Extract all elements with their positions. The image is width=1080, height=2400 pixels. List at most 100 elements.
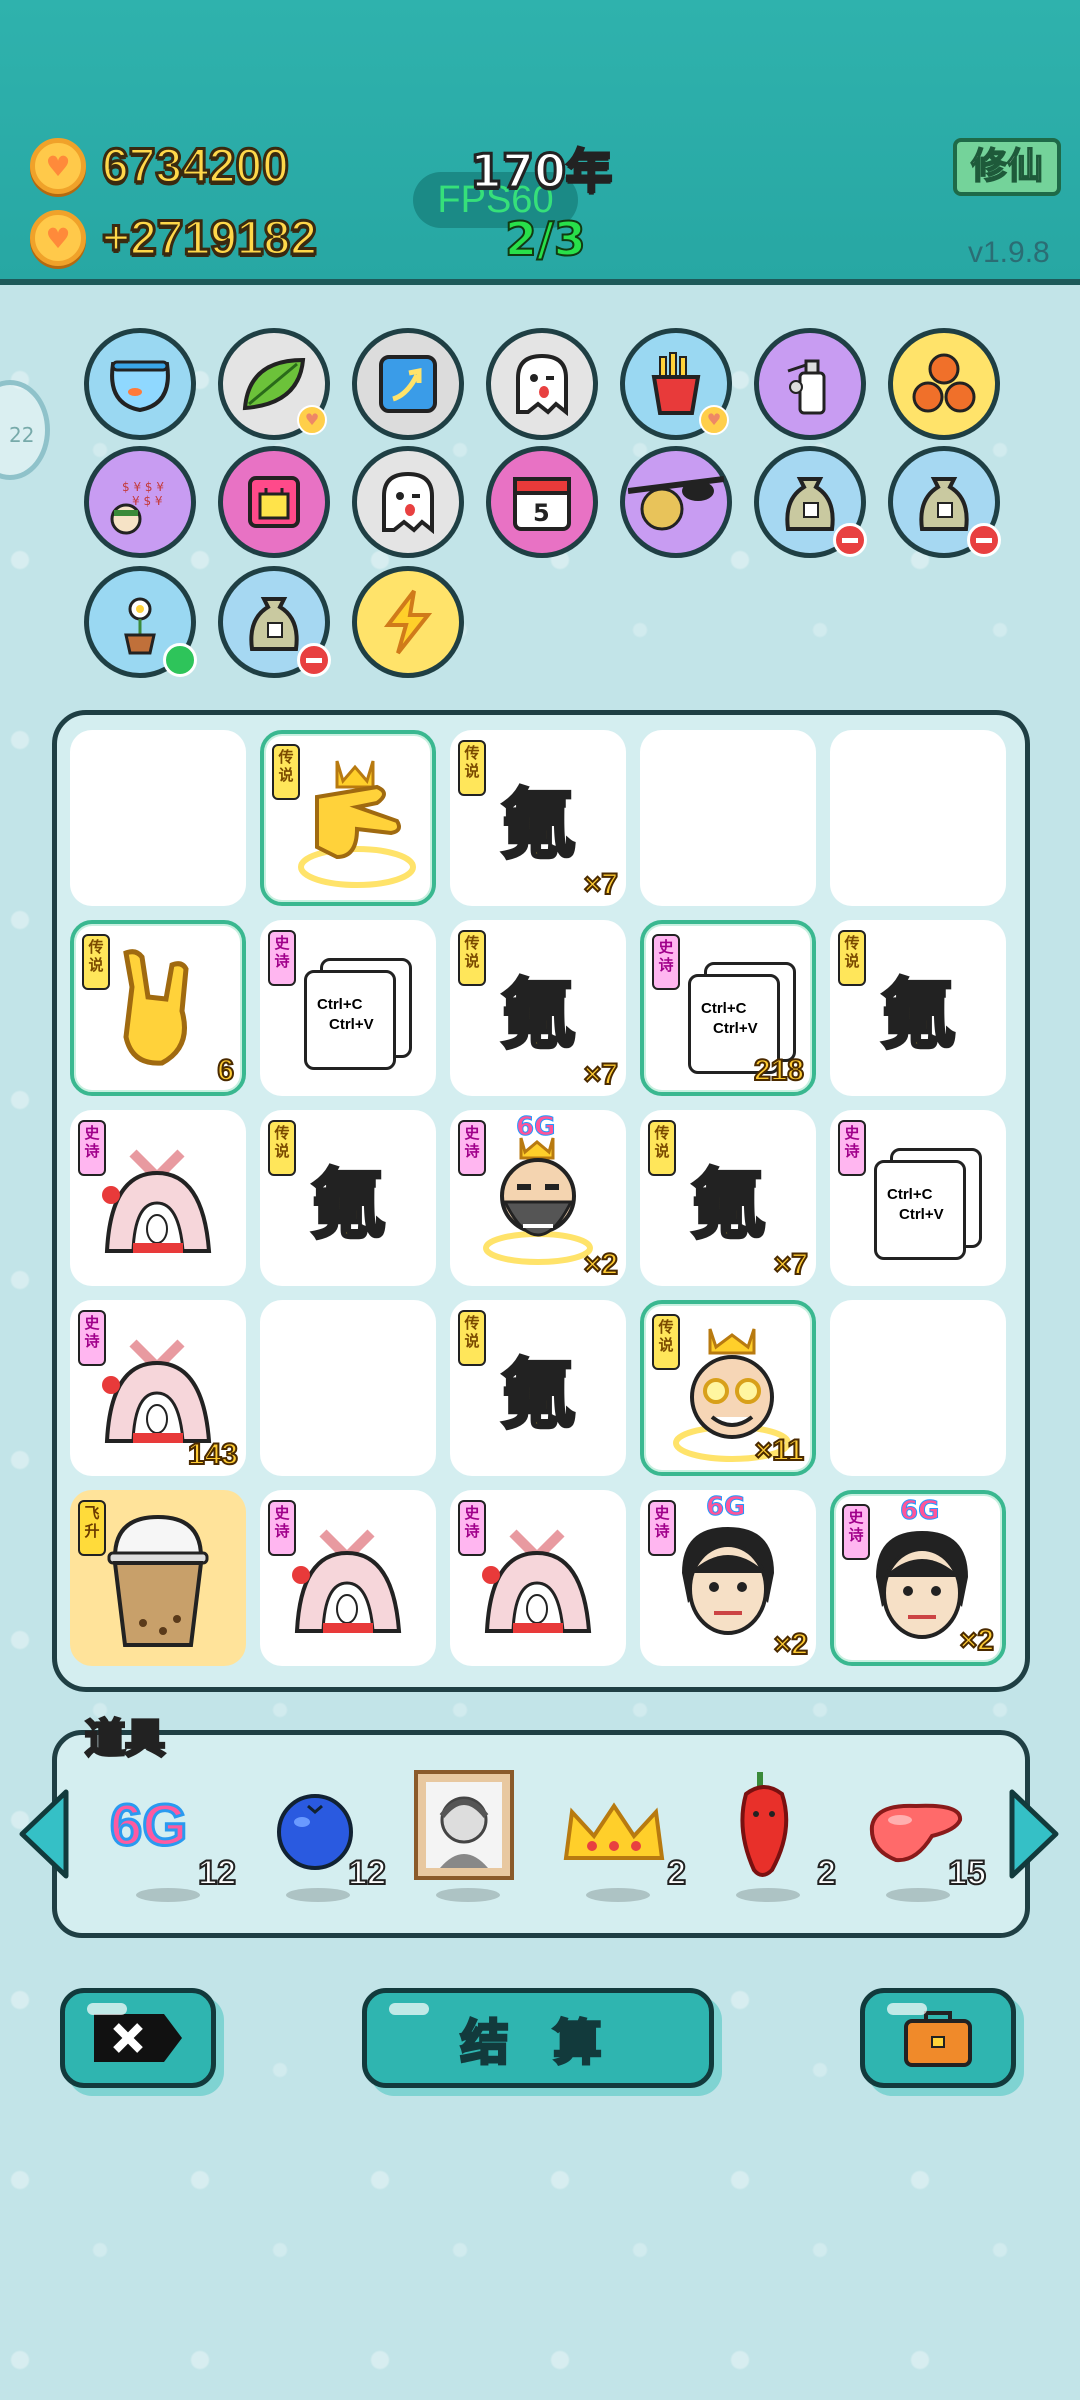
- fishbowl-icon[interactable]: [84, 328, 196, 440]
- leaf-icon[interactable]: ♥: [218, 328, 330, 440]
- board-cell[interactable]: 氪传说: [450, 1300, 626, 1476]
- 6g-badge: 6G: [515, 1112, 556, 1143]
- board-cell-empty[interactable]: [640, 730, 816, 906]
- sack-icon-3[interactable]: [218, 566, 331, 678]
- close-icon: [94, 2014, 182, 2062]
- board-cell[interactable]: 6G 史诗 ×2: [830, 1490, 1006, 1666]
- rarity-tag: 史诗: [458, 1500, 486, 1556]
- board-cell[interactable]: 史诗: [260, 1490, 436, 1666]
- cell-count: ×7: [583, 867, 619, 902]
- ctrl-c-label: Ctrl+C: [701, 1000, 747, 1017]
- item-quantity: 12: [197, 1853, 237, 1893]
- arrow-up-icon[interactable]: [352, 328, 464, 440]
- sprayer-icon[interactable]: [754, 328, 866, 440]
- portrait-icon: [414, 1770, 514, 1880]
- settle-label: 结 算: [459, 2014, 616, 2073]
- heart-coin-icon: ♥: [30, 138, 86, 194]
- ghost-icon[interactable]: [486, 328, 598, 440]
- krypton-char: 氪: [499, 969, 578, 1061]
- board-cell[interactable]: 飞升: [70, 1490, 246, 1666]
- krypton-char: 氪: [689, 1159, 768, 1251]
- heart-badge-icon: ♥: [297, 405, 327, 435]
- item-6g[interactable]: 6G 12: [96, 1770, 237, 1902]
- plant-icon[interactable]: [84, 566, 197, 678]
- cell-count: 143: [187, 1437, 239, 1472]
- cell-count: ×7: [773, 1247, 809, 1282]
- cell-count: ×11: [754, 1433, 805, 1468]
- cell-count: ×2: [959, 1623, 995, 1658]
- chevron-left-icon: [19, 1789, 69, 1879]
- active-badge-icon: [163, 643, 197, 677]
- board-cell-empty[interactable]: [830, 730, 1006, 906]
- rarity-tag: 史诗: [268, 930, 296, 986]
- sack-icon-2[interactable]: [888, 446, 1001, 558]
- pepper-icon: [740, 1772, 789, 1877]
- board-cell[interactable]: 氪传说 ×7: [450, 730, 626, 906]
- item-quantity: 2: [666, 1853, 687, 1893]
- basketballs-icon[interactable]: [888, 328, 1000, 440]
- money-face-icon[interactable]: $ ¥ $ ¥ ¥ $ ¥: [84, 446, 196, 558]
- card-front: Ctrl+C Ctrl+V: [304, 970, 396, 1070]
- item-liver[interactable]: 15: [846, 1770, 987, 1902]
- settle-button[interactable]: 结 算: [362, 1988, 714, 2088]
- briefcase-button[interactable]: [860, 1988, 1016, 2088]
- remove-badge-icon[interactable]: [833, 523, 867, 557]
- cell-count: ×2: [773, 1627, 809, 1662]
- item-portrait[interactable]: [396, 1770, 536, 1902]
- arrow-right-button[interactable]: [1006, 1786, 1062, 1882]
- 6g-badge: 6G: [899, 1496, 940, 1527]
- board-cell[interactable]: 6G 史诗 ×2: [640, 1490, 816, 1666]
- item-blueberry[interactable]: 12: [246, 1770, 387, 1902]
- cell-count: 6: [216, 1053, 235, 1088]
- board-cell[interactable]: 氪传说 ×7: [640, 1110, 816, 1286]
- item-crown[interactable]: 2: [546, 1770, 687, 1902]
- close-button[interactable]: [60, 1988, 216, 2088]
- board-cell[interactable]: 史诗 143: [70, 1300, 246, 1476]
- sunglasses-icon[interactable]: [620, 446, 732, 558]
- coins-row: ♥ 6734200: [30, 138, 290, 194]
- cell-count: ×2: [583, 1247, 619, 1282]
- board-cell[interactable]: 史诗: [450, 1490, 626, 1666]
- remove-badge-icon[interactable]: [297, 643, 331, 677]
- arrow-left-button[interactable]: [16, 1786, 72, 1882]
- item-pepper[interactable]: 2: [696, 1770, 837, 1902]
- fries-icon[interactable]: ♥: [620, 328, 732, 440]
- board-cell[interactable]: 传说 ×11: [640, 1300, 816, 1476]
- svg-text:¥ $ ¥: ¥ $ ¥: [132, 494, 163, 508]
- rarity-tag: 传说: [458, 930, 486, 986]
- sack-icon[interactable]: [754, 446, 867, 558]
- rarity-tag: 史诗: [78, 1120, 106, 1176]
- rarity-tag: 传说: [272, 744, 300, 800]
- krypton-char: 氪: [499, 1349, 578, 1441]
- ghost-icon-2[interactable]: [352, 446, 464, 558]
- board-cell[interactable]: 氪传说: [260, 1110, 436, 1286]
- top-bar: ♥ 6734200 ♥ +2719182 FPS60 170年 2/3 修仙 v…: [0, 0, 1080, 285]
- cultivate-button[interactable]: 修仙: [953, 138, 1061, 196]
- chevron-right-icon: [1009, 1789, 1059, 1879]
- crown-icon: [563, 1802, 665, 1860]
- rarity-tag: 传说: [458, 740, 486, 796]
- item-shadow: [886, 1888, 950, 1902]
- board-cell[interactable]: Ctrl+C Ctrl+V 史诗: [260, 920, 436, 1096]
- version-label: v1.9.8: [968, 236, 1050, 269]
- 6g-icon: 6G: [108, 1792, 188, 1860]
- board-cell[interactable]: 氪传说 ×7: [450, 920, 626, 1096]
- remove-badge-icon[interactable]: [967, 523, 1001, 557]
- bag-icon[interactable]: [218, 446, 330, 558]
- board-cell[interactable]: 6G 史诗 ×2: [450, 1110, 626, 1286]
- board-cell-empty[interactable]: [70, 730, 246, 906]
- board-cell[interactable]: 传说: [260, 730, 436, 906]
- board-cell-empty[interactable]: [830, 1300, 1006, 1476]
- board-cell[interactable]: 氪传说: [830, 920, 1006, 1096]
- rarity-tag: 史诗: [78, 1310, 106, 1366]
- button-shine: [87, 2003, 127, 2015]
- calendar-icon[interactable]: 5: [486, 446, 598, 558]
- board-cell[interactable]: Ctrl+C Ctrl+V 史诗: [830, 1110, 1006, 1286]
- rarity-tag: 史诗: [268, 1500, 296, 1556]
- board-cell[interactable]: 史诗: [70, 1110, 246, 1286]
- board-cell-empty[interactable]: [260, 1300, 436, 1476]
- rarity-tag: 传说: [838, 930, 866, 986]
- board-cell[interactable]: 传说 6: [70, 920, 246, 1096]
- board-cell[interactable]: Ctrl+C Ctrl+V 史诗 218: [640, 920, 816, 1096]
- lightning-icon[interactable]: [352, 566, 464, 678]
